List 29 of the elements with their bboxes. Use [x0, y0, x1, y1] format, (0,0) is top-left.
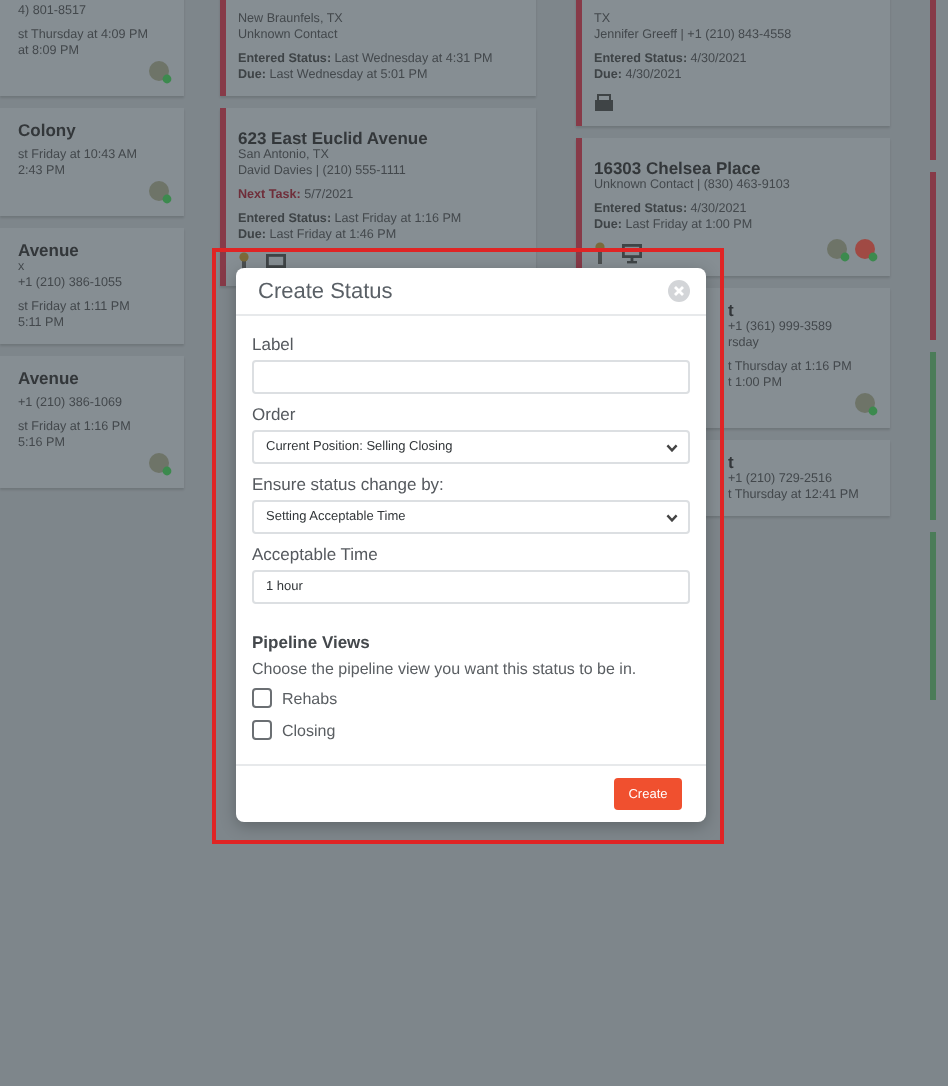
avatar-icon	[854, 392, 878, 416]
text-field[interactable]	[252, 360, 690, 394]
pin-icon	[594, 242, 606, 264]
card-title: 16303 Chelsea Place	[594, 158, 763, 178]
card-title: t	[728, 300, 736, 320]
avatar-icon	[148, 180, 172, 204]
checkbox-label: Closing	[282, 721, 336, 739]
section-description: Choose the pipeline view you want this status to be in.	[252, 660, 639, 678]
checkbox[interactable]	[252, 720, 272, 740]
card-title: t	[728, 452, 736, 472]
field-label: Acceptable Time	[252, 544, 380, 564]
field-label: Ensure status change by:	[252, 474, 446, 494]
field-label: Order	[252, 404, 298, 424]
avatar-icon	[854, 237, 878, 261]
avatar-icon	[148, 60, 172, 84]
card-title: Colony	[18, 120, 78, 140]
card-title: Avenue	[18, 240, 81, 260]
card-title: Avenue	[18, 368, 81, 388]
avatar-icon	[148, 452, 172, 476]
monitor-icon	[622, 243, 642, 263]
checkbox-label: Rehabs	[282, 689, 338, 707]
section-title: Pipeline Views	[252, 632, 372, 652]
inbox-icon	[594, 94, 614, 112]
caret-icon	[666, 513, 678, 521]
avatar-icon	[826, 237, 850, 261]
caret-icon	[666, 443, 678, 451]
field-label: Label	[252, 334, 296, 354]
checkbox[interactable]	[252, 688, 272, 708]
card-title: 623 East Euclid Avenue	[238, 128, 430, 148]
